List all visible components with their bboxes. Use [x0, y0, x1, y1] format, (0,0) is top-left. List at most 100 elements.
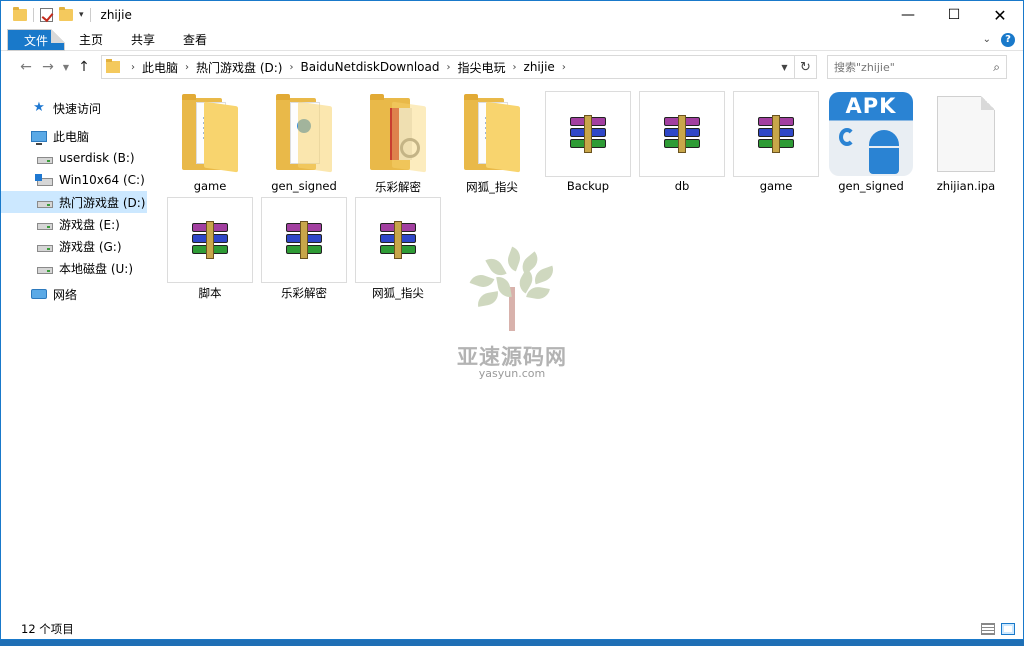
- star-icon: ★: [33, 100, 45, 115]
- file-item[interactable]: Backup: [545, 91, 631, 195]
- file-name: game: [759, 179, 793, 193]
- file-thumbnail: [733, 91, 819, 177]
- tab-home[interactable]: 主页: [65, 29, 117, 51]
- winrar-archive-icon: [664, 115, 700, 153]
- address-bar[interactable]: › 此电脑 › 热门游戏盘 (D:) › BaiduNetdiskDownloa…: [101, 55, 817, 79]
- large-icons-view-icon[interactable]: [1001, 623, 1015, 635]
- tool-icon: [839, 128, 855, 146]
- file-item[interactable]: 网狐_指尖: [449, 91, 535, 195]
- file-thumbnail: [261, 197, 347, 283]
- sidebar-item-network[interactable]: 网络: [1, 283, 147, 305]
- file-item[interactable]: gen_signed: [261, 91, 347, 195]
- breadcrumb-drive-d[interactable]: 热门游戏盘 (D:): [192, 59, 286, 76]
- help-icon[interactable]: ?: [1001, 32, 1015, 47]
- folder-icon: [182, 94, 238, 173]
- details-view-icon[interactable]: [981, 623, 995, 635]
- refresh-icon[interactable]: ↻: [794, 56, 816, 78]
- drive-icon: [37, 244, 53, 252]
- sidebar-item-label: 游戏盘 (G:): [59, 239, 122, 254]
- winrar-archive-icon: [286, 221, 322, 259]
- search-icon[interactable]: ⌕: [993, 60, 1000, 75]
- maximize-button[interactable]: ☐: [931, 1, 977, 29]
- back-button[interactable]: ←: [15, 56, 37, 78]
- window-controls: — ☐ ✕: [885, 1, 1023, 29]
- breadcrumb-zhijian-dianwan[interactable]: 指尖电玩: [454, 59, 510, 76]
- breadcrumb-this-pc[interactable]: 此电脑: [138, 59, 182, 76]
- winrar-archive-icon: [192, 221, 228, 259]
- chevron-right-icon[interactable]: ›: [510, 62, 520, 73]
- properties-icon[interactable]: [40, 8, 53, 22]
- sidebar-item-label: Win10x64 (C:): [59, 173, 145, 187]
- sidebar-item-local-disk-u[interactable]: 本地磁盘 (U:): [1, 257, 147, 279]
- folder-icon[interactable]: [13, 7, 27, 21]
- window-title: zhijie: [100, 8, 132, 22]
- customize-dropdown-icon[interactable]: ▾: [79, 10, 84, 20]
- toolbar-divider: [33, 8, 34, 22]
- new-folder-icon[interactable]: [59, 7, 73, 21]
- sidebar-item-games-e[interactable]: 游戏盘 (E:): [1, 213, 147, 235]
- file-item[interactable]: 脚本: [167, 197, 253, 301]
- navigation-bar: ← → ▼ ↑ › 此电脑 › 热门游戏盘 (D:) › BaiduNetdis…: [1, 53, 1023, 81]
- tab-view[interactable]: 查看: [169, 29, 221, 51]
- folder-icon: [106, 59, 120, 73]
- chevron-right-icon[interactable]: ›: [559, 62, 569, 73]
- tab-file[interactable]: 文件: [7, 28, 65, 51]
- sidebar-item-games-g[interactable]: 游戏盘 (G:): [1, 235, 147, 257]
- file-item[interactable]: game: [733, 91, 819, 195]
- tab-share[interactable]: 共享: [117, 29, 169, 51]
- minimize-button[interactable]: —: [885, 1, 931, 29]
- sidebar-item-this-pc[interactable]: 此电脑: [1, 125, 147, 147]
- file-item[interactable]: game: [167, 91, 253, 195]
- breadcrumb-zhijie[interactable]: zhijie: [520, 60, 559, 74]
- sidebar-item-win10x64-c[interactable]: Win10x64 (C:): [1, 169, 147, 191]
- apk-badge: APK: [845, 94, 897, 118]
- file-item[interactable]: zhijian.ipa: [923, 91, 1009, 195]
- file-item[interactable]: 乐彩解密: [355, 91, 441, 195]
- file-thumbnail: [261, 91, 347, 177]
- address-history-dropdown-icon[interactable]: ▼: [774, 56, 794, 78]
- blank-file-icon: [937, 96, 995, 172]
- expand-ribbon-icon[interactable]: ⌄: [983, 34, 991, 45]
- folder-icon: [464, 94, 520, 173]
- file-name: 乐彩解密: [375, 180, 421, 194]
- chevron-right-icon[interactable]: ›: [444, 62, 454, 73]
- drive-icon: [37, 266, 53, 274]
- winrar-archive-icon: [380, 221, 416, 259]
- file-name: 乐彩解密: [281, 286, 327, 300]
- file-name: gen_signed: [838, 179, 904, 193]
- chevron-right-icon[interactable]: ›: [128, 62, 138, 73]
- sidebar-item-userdisk-b[interactable]: userdisk (B:): [1, 147, 147, 169]
- sidebar-item-label: 本地磁盘 (U:): [59, 261, 134, 276]
- chevron-right-icon[interactable]: ›: [182, 62, 192, 73]
- file-thumbnail: [167, 197, 253, 283]
- forward-button[interactable]: →: [37, 56, 59, 78]
- android-icon: [869, 130, 899, 146]
- search-input[interactable]: [834, 60, 984, 74]
- sidebar-item-label: 游戏盘 (E:): [59, 217, 120, 232]
- close-button[interactable]: ✕: [977, 1, 1023, 29]
- apk-icon: APK: [829, 92, 913, 176]
- sidebar-item-label: 热门游戏盘 (D:): [59, 195, 146, 210]
- sidebar-item-label: userdisk (B:): [59, 151, 135, 165]
- navigation-pane: ★ 快速访问 此电脑 userdisk (B:) Win10x64 (C:) 热…: [1, 87, 149, 617]
- chevron-right-icon[interactable]: ›: [286, 62, 296, 73]
- sidebar-item-hot-games-d[interactable]: 热门游戏盘 (D:): [1, 191, 147, 213]
- search-box[interactable]: ⌕: [827, 55, 1007, 79]
- file-item[interactable]: db: [639, 91, 725, 195]
- file-item[interactable]: 乐彩解密: [261, 197, 347, 301]
- sidebar-item-quick-access[interactable]: ★ 快速访问: [1, 97, 147, 119]
- recent-locations-icon[interactable]: ▼: [59, 56, 73, 78]
- file-thumbnail: [355, 91, 441, 177]
- address-actions: ▼ ↻: [774, 56, 816, 78]
- file-item[interactable]: 网狐_指尖: [355, 197, 441, 301]
- file-name: 脚本: [198, 286, 222, 300]
- file-item[interactable]: APK gen_signed: [828, 91, 914, 195]
- winrar-archive-icon: [570, 115, 606, 153]
- windows-drive-icon: [35, 173, 53, 186]
- sidebar-item-label: 快速访问: [53, 101, 102, 116]
- drive-icon: [37, 222, 53, 230]
- breadcrumb-baidunetdiskdownload[interactable]: BaiduNetdiskDownload: [296, 60, 443, 74]
- file-name: Backup: [566, 179, 610, 193]
- status-bar: 12 个项目: [1, 619, 1023, 639]
- up-button[interactable]: ↑: [73, 56, 95, 78]
